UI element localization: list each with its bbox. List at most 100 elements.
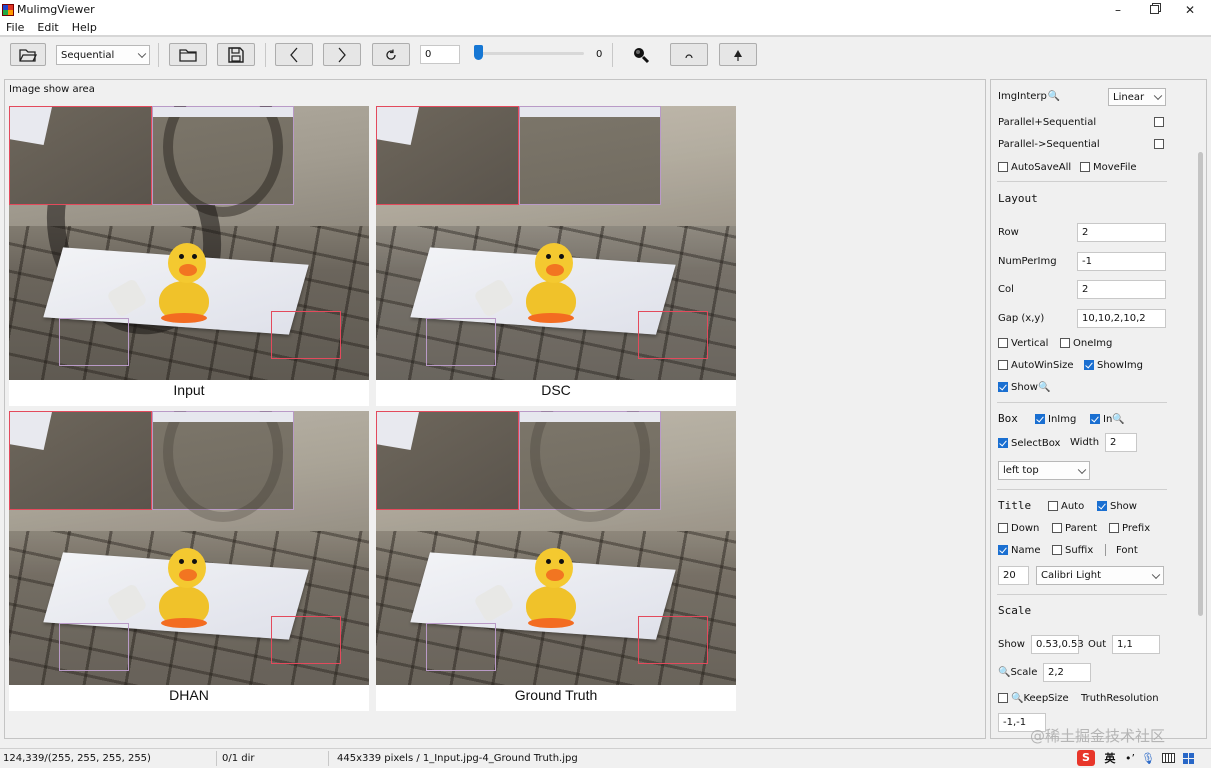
in-zoom-checkbox[interactable]	[1090, 414, 1100, 424]
parallel-sequential-checkbox[interactable]	[1154, 117, 1164, 127]
ime-punctuation-icon[interactable]: •’	[1121, 748, 1139, 768]
title-parent-label: Parent	[1065, 522, 1098, 534]
title-name-checkbox[interactable]	[998, 545, 1008, 555]
vertical-checkbox[interactable]	[998, 338, 1008, 348]
mode-select[interactable]: Sequential	[56, 45, 150, 65]
one-img-row[interactable]: OneImg	[1060, 333, 1112, 353]
zoom-crop-purple	[152, 106, 294, 217]
title-auto-row[interactable]: Auto	[1048, 496, 1084, 516]
vertical-row[interactable]: Vertical	[998, 333, 1048, 353]
open-directory-button[interactable]	[169, 43, 207, 66]
title-down-checkbox[interactable]	[998, 523, 1008, 533]
select-box-row[interactable]: SelectBox	[998, 433, 1060, 453]
maximize-button[interactable]	[1136, 0, 1172, 19]
title-prefix-row[interactable]: Prefix	[1109, 518, 1150, 538]
menu-help[interactable]: Help	[72, 21, 97, 34]
box-position-select[interactable]: left top	[998, 461, 1090, 480]
chevron-down-icon	[137, 49, 147, 59]
image-show-area[interactable]: Image show area Input DSC DHAN Ground Tr…	[4, 79, 986, 739]
select-box-checkbox[interactable]	[998, 438, 1008, 448]
scale-show-input[interactable]: 0.53,0.53	[1031, 635, 1084, 654]
panel-scrollbar[interactable]	[1198, 152, 1203, 616]
index-input[interactable]: 0	[420, 45, 460, 64]
keep-size-row[interactable]: 🔍 KeepSize	[998, 688, 1069, 708]
auto-save-all-checkbox[interactable]	[998, 162, 1008, 172]
title-name-row[interactable]: Name	[998, 540, 1041, 560]
zoom-crop-purple	[519, 106, 661, 205]
tile-title: Input	[173, 382, 205, 398]
title-show-label: Show	[1110, 500, 1137, 512]
grid-icon[interactable]	[1179, 748, 1197, 768]
magnifier-button[interactable]	[622, 43, 660, 66]
img-interp-select[interactable]: Linear	[1108, 88, 1166, 106]
image-tile[interactable]: Ground Truth	[376, 411, 736, 711]
image-tile[interactable]: DHAN	[9, 411, 369, 711]
flip-button[interactable]	[719, 43, 757, 66]
title-suffix-checkbox[interactable]	[1052, 545, 1062, 555]
title-down-row[interactable]: Down	[998, 518, 1039, 538]
in-zoom-row[interactable]: In 🔍	[1090, 409, 1125, 429]
gap-input[interactable]: 10,10,2,10,2	[1077, 309, 1166, 328]
title-prefix-checkbox[interactable]	[1109, 523, 1119, 533]
chevron-left-icon	[290, 47, 298, 62]
rotate-button[interactable]	[670, 43, 708, 66]
keyboard-icon[interactable]	[1159, 748, 1177, 768]
row-input[interactable]: 2	[1077, 223, 1166, 242]
row-label: Row	[998, 226, 1019, 238]
title-show-checkbox[interactable]	[1097, 501, 1107, 511]
index-slider-track[interactable]	[479, 52, 584, 55]
show-img-checkbox[interactable]	[1084, 360, 1094, 370]
zoom-scale-input[interactable]: 2,2	[1043, 663, 1091, 682]
title-auto-checkbox[interactable]	[1048, 501, 1058, 511]
parallel-to-sequential-checkbox[interactable]	[1154, 139, 1164, 149]
in-img-row[interactable]: InImg	[1035, 409, 1076, 429]
tile-title: DSC	[541, 382, 571, 398]
num-per-img-input[interactable]: -1	[1077, 252, 1166, 271]
microphone-icon[interactable]: 🎙	[1139, 748, 1157, 768]
previous-button[interactable]	[275, 43, 313, 66]
show-zoom-row[interactable]: Show 🔍	[998, 377, 1050, 397]
close-button[interactable]: ✕	[1172, 0, 1208, 19]
scale-out-input[interactable]: 1,1	[1112, 635, 1160, 654]
title-parent-row[interactable]: Parent	[1052, 518, 1097, 538]
tile-title: DHAN	[169, 687, 209, 703]
next-button[interactable]	[323, 43, 361, 66]
show-zoom-checkbox[interactable]	[998, 382, 1008, 392]
refresh-button[interactable]	[372, 43, 410, 66]
auto-win-size-row[interactable]: AutoWinSize	[998, 355, 1074, 375]
move-file-checkbox[interactable]	[1080, 162, 1090, 172]
ime-language-indicator[interactable]: 英	[1101, 748, 1119, 768]
width-input[interactable]: 2	[1105, 433, 1137, 452]
image-show-area-label: Image show area	[9, 84, 95, 95]
image-tile[interactable]: Input	[9, 106, 369, 406]
image-tile[interactable]: DSC	[376, 106, 736, 406]
font-size-input[interactable]: 20	[998, 566, 1029, 585]
index-slider-handle[interactable]	[474, 45, 483, 60]
open-folder-button[interactable]	[10, 43, 46, 66]
title-parent-checkbox[interactable]	[1052, 523, 1062, 533]
col-input[interactable]: 2	[1077, 280, 1166, 299]
save-button[interactable]	[217, 43, 255, 66]
magnifier-icon: 🔍	[1112, 413, 1125, 425]
keep-size-checkbox[interactable]	[998, 693, 1008, 703]
title-suffix-row[interactable]: Suffix	[1052, 540, 1093, 560]
refresh-icon	[386, 49, 396, 60]
show-img-row[interactable]: ShowImg	[1084, 355, 1143, 375]
status-divider	[216, 751, 217, 766]
menu-edit[interactable]: Edit	[37, 21, 58, 34]
move-file-row[interactable]: MoveFile	[1080, 157, 1137, 177]
one-img-checkbox[interactable]	[1060, 338, 1070, 348]
auto-save-all-row[interactable]: AutoSaveAll	[998, 157, 1071, 177]
ime-logo-icon[interactable]: S	[1075, 748, 1097, 768]
select-box-purple	[59, 318, 129, 366]
minimize-button[interactable]: –	[1100, 0, 1136, 19]
zoom-crop-red	[376, 411, 519, 510]
zoom-crop-purple	[152, 411, 294, 522]
magnifier-icon: 🔍	[1037, 381, 1051, 393]
zoom-crop-red	[9, 106, 152, 205]
font-select[interactable]: Calibri Light	[1036, 566, 1164, 585]
menu-file[interactable]: File	[6, 21, 24, 34]
in-img-checkbox[interactable]	[1035, 414, 1045, 424]
title-show-row[interactable]: Show	[1097, 496, 1137, 516]
auto-win-size-checkbox[interactable]	[998, 360, 1008, 370]
